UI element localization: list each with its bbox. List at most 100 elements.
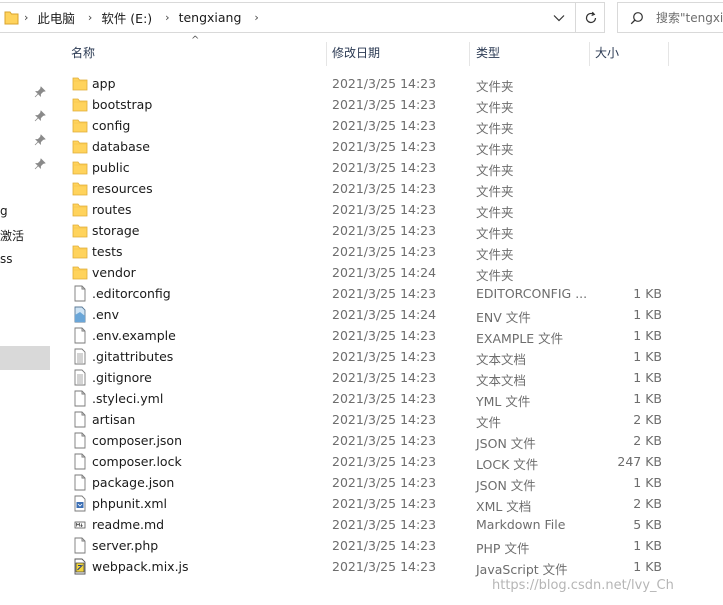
pin-icon[interactable] xyxy=(34,86,46,98)
folder-icon xyxy=(72,180,88,197)
file-type: 文件夹 xyxy=(476,205,514,220)
file-modified-date: 2021/3/25 14:23 xyxy=(332,475,437,490)
file-type: 文本文档 xyxy=(476,373,527,388)
file-type: 文件夹 xyxy=(476,268,514,283)
column-header-name[interactable]: 名称 xyxy=(71,44,95,64)
file-modified-date: 2021/3/25 14:23 xyxy=(332,244,437,259)
breadcrumb-drive-e[interactable]: 软件 (E:) xyxy=(101,8,152,27)
column-divider[interactable] xyxy=(589,42,590,66)
file-type: PHP 文件 xyxy=(476,541,530,556)
breadcrumb-this-pc[interactable]: 此电脑 xyxy=(37,8,75,27)
address-history-dropdown[interactable] xyxy=(546,3,572,32)
file-row[interactable]: database 2021/3/25 14:23 文件夹 xyxy=(50,136,723,157)
pin-icon[interactable] xyxy=(34,158,46,170)
file-size: 1 KB xyxy=(633,307,662,322)
search-icon xyxy=(630,11,643,24)
column-divider[interactable] xyxy=(668,42,669,66)
blank-file-icon xyxy=(72,285,88,302)
chevron-right-icon: › xyxy=(165,11,170,24)
pin-icon[interactable] xyxy=(34,110,46,122)
folder-icon xyxy=(72,201,88,218)
folder-icon xyxy=(72,264,88,281)
file-modified-date: 2021/3/25 14:23 xyxy=(332,454,437,469)
file-row[interactable]: phpunit.xml 2021/3/25 14:23 XML 文档 2 KB xyxy=(50,493,723,514)
folder-icon xyxy=(72,222,88,239)
file-row[interactable]: bootstrap 2021/3/25 14:23 文件夹 xyxy=(50,94,723,115)
file-name: config xyxy=(92,118,131,133)
file-name: bootstrap xyxy=(92,97,153,112)
file-type: 文本文档 xyxy=(476,352,527,367)
file-name: .env.example xyxy=(92,328,176,343)
file-type: JavaScript 文件 xyxy=(476,562,568,577)
file-type: 文件夹 xyxy=(476,121,514,136)
column-header-date[interactable]: 修改日期 xyxy=(332,44,380,64)
file-row[interactable]: .gitattributes 2021/3/25 14:23 文本文档 1 KB xyxy=(50,346,723,367)
column-divider[interactable] xyxy=(469,42,470,66)
refresh-button[interactable] xyxy=(575,3,605,32)
file-row[interactable]: .env 2021/3/25 14:24 ENV 文件 1 KB xyxy=(50,304,723,325)
file-type: 文件夹 xyxy=(476,142,514,157)
file-row[interactable]: .editorconfig 2021/3/25 14:23 EDITORCONFIG… xyxy=(50,283,723,304)
nav-item-selected[interactable] xyxy=(0,346,50,370)
blank-file-icon xyxy=(72,411,88,428)
chevron-down-icon xyxy=(553,14,565,21)
nav-item[interactable]: ss xyxy=(0,252,50,266)
file-row[interactable]: vendor 2021/3/25 14:24 文件夹 xyxy=(50,262,723,283)
column-divider[interactable] xyxy=(326,42,327,66)
file-row[interactable]: artisan 2021/3/25 14:23 文件 2 KB xyxy=(50,409,723,430)
file-size: 5 KB xyxy=(633,517,662,532)
navigation-pane[interactable]: g 激活 ss xyxy=(0,34,50,605)
file-row[interactable]: public 2021/3/25 14:23 文件夹 xyxy=(50,157,723,178)
blank-file-icon xyxy=(72,537,88,554)
file-row[interactable]: .styleci.yml 2021/3/25 14:23 YML 文件 1 KB xyxy=(50,388,723,409)
file-type: 文件夹 xyxy=(476,100,514,115)
file-row[interactable]: routes 2021/3/25 14:23 文件夹 xyxy=(50,199,723,220)
file-row[interactable]: resources 2021/3/25 14:23 文件夹 xyxy=(50,178,723,199)
file-name: app xyxy=(92,76,116,91)
pin-icon[interactable] xyxy=(34,134,46,146)
file-row[interactable]: app 2021/3/25 14:23 文件夹 xyxy=(50,73,723,94)
file-modified-date: 2021/3/25 14:23 xyxy=(332,496,437,511)
file-row[interactable]: tests 2021/3/25 14:23 文件夹 xyxy=(50,241,723,262)
folder-icon xyxy=(72,75,88,92)
nav-item[interactable]: 激活 xyxy=(0,227,50,244)
search-input[interactable]: 搜索"tengxi xyxy=(617,2,723,33)
file-row[interactable]: composer.json 2021/3/25 14:23 JSON 文件 2 KB xyxy=(50,430,723,451)
file-row[interactable]: .gitignore 2021/3/25 14:23 文本文档 1 KB xyxy=(50,367,723,388)
blank-file-icon xyxy=(72,432,88,449)
file-type: JSON 文件 xyxy=(476,436,536,451)
chevron-right-icon: › xyxy=(87,11,93,24)
folder-icon xyxy=(72,96,88,113)
file-size: 1 KB xyxy=(633,328,662,343)
file-row[interactable]: storage 2021/3/25 14:23 文件夹 xyxy=(50,220,723,241)
file-row[interactable]: .env.example 2021/3/25 14:23 EXAMPLE 文件 1 K… xyxy=(50,325,723,346)
file-row[interactable]: package.json 2021/3/25 14:23 JSON 文件 1 KB xyxy=(50,472,723,493)
file-row[interactable]: server.php 2021/3/25 14:23 PHP 文件 1 KB xyxy=(50,535,723,556)
folder-icon xyxy=(4,11,19,25)
file-row[interactable]: readme.md 2021/3/25 14:23 Markdown File 5 K… xyxy=(50,514,723,535)
file-modified-date: 2021/3/25 14:23 xyxy=(332,349,437,364)
markdown-file-icon xyxy=(72,516,88,533)
file-name: package.json xyxy=(92,475,175,490)
chevron-right-icon: › xyxy=(24,11,29,24)
file-modified-date: 2021/3/25 14:23 xyxy=(332,559,437,574)
file-row[interactable]: composer.lock 2021/3/25 14:23 LOCK 文件 247 K… xyxy=(50,451,723,472)
file-name: vendor xyxy=(92,265,136,280)
nav-item[interactable]: g xyxy=(0,204,50,218)
column-header-type[interactable]: 类型 xyxy=(476,44,500,64)
file-type: Markdown File xyxy=(476,517,566,532)
file-size: 247 KB xyxy=(617,454,662,469)
file-modified-date: 2021/3/25 14:23 xyxy=(332,286,437,301)
file-name: routes xyxy=(92,202,132,217)
file-row[interactable]: config 2021/3/25 14:23 文件夹 xyxy=(50,115,723,136)
file-row[interactable]: webpack.mix.js 2021/3/25 14:23 JavaScript … xyxy=(50,556,723,577)
folder-icon xyxy=(72,159,88,176)
file-modified-date: 2021/3/25 14:23 xyxy=(332,118,437,133)
breadcrumb-tengxiang[interactable]: tengxiang xyxy=(179,10,242,25)
js-file-icon xyxy=(72,558,88,575)
file-size: 1 KB xyxy=(633,538,662,553)
column-header-size[interactable]: 大小 xyxy=(595,44,619,64)
folder-icon xyxy=(72,138,88,155)
file-name: public xyxy=(92,160,130,175)
address-bar[interactable]: › 此电脑 › 软件 (E:) › tengxiang › xyxy=(0,2,605,33)
